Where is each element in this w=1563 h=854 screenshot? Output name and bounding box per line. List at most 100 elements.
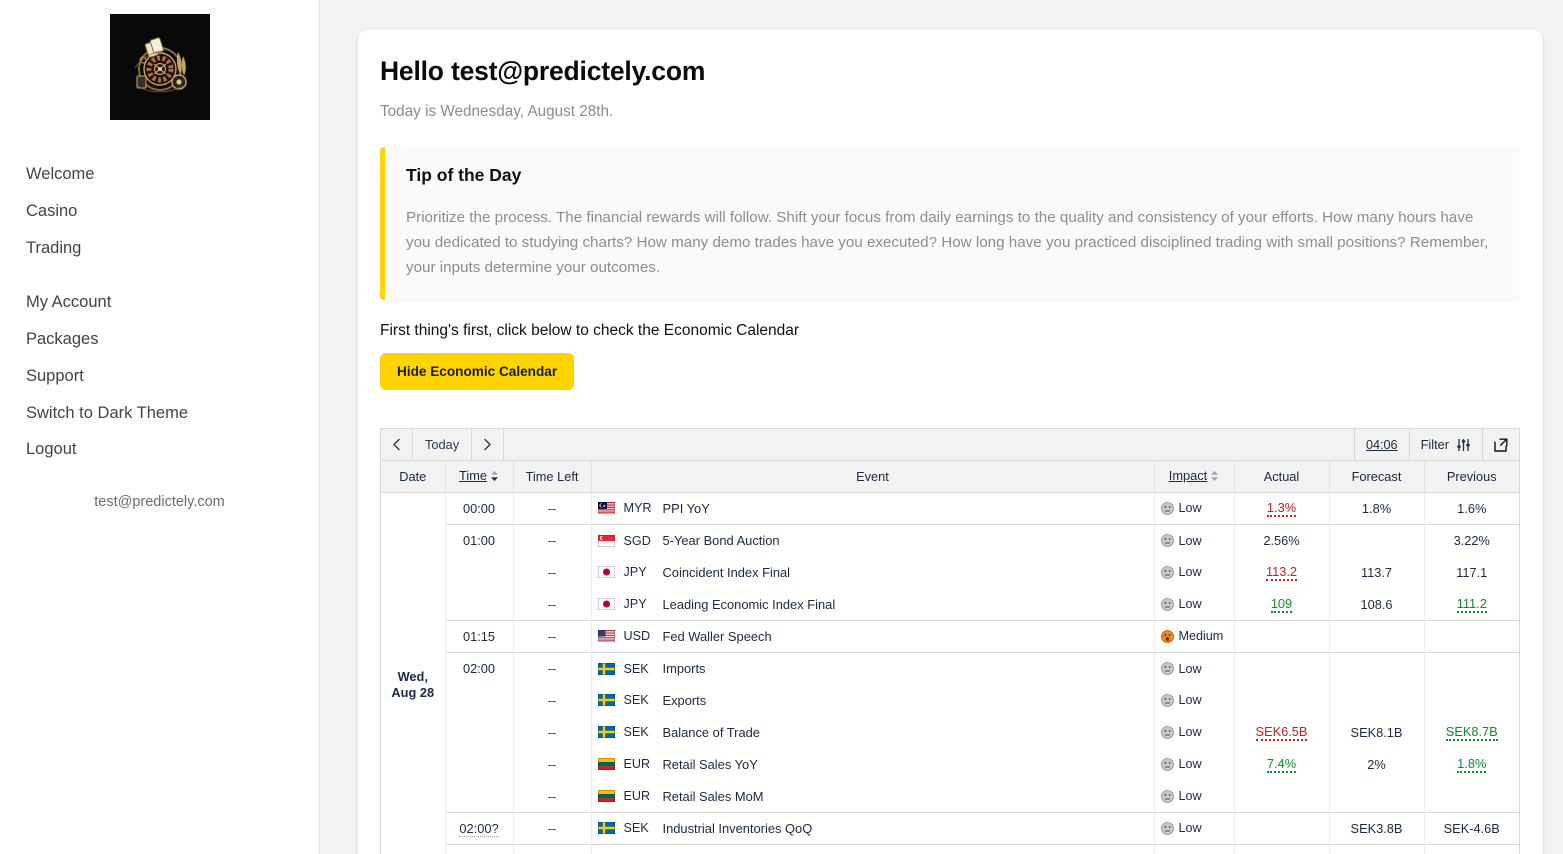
today-button[interactable]: Today [413,429,472,460]
table-row[interactable]: --EURRetail Sales MoM Low [381,780,1519,812]
cell-time-left: -- [513,556,591,588]
sidebar-item-my-account[interactable]: My Account [0,284,319,321]
impact-label: Low [1179,757,1202,771]
cell-time [445,716,513,748]
cell-actual: 92 [1234,844,1329,854]
flag-se-icon [598,694,615,706]
tip-body: Prioritize the process. The financial re… [406,206,1497,280]
cell-impact: Low [1154,812,1234,844]
cell-impact: Low [1154,492,1234,524]
sidebar-nav: Welcome Casino Trading My Account Packag… [0,156,319,468]
cell-impact: Medium [1154,844,1234,854]
cell-actual: 7.4% [1234,748,1329,780]
cell-actual: 2.56% [1234,524,1329,556]
sidebar-item-packages[interactable]: Packages [0,321,319,358]
table-row[interactable]: --SEKBalance of Trade LowSEK6.5BSEK8.1BS… [381,716,1519,748]
previous-value: 1.6% [1457,501,1486,516]
sidebar-item-label: Packages [26,330,98,348]
forecast-value: SEK3.8B [1351,821,1403,836]
cell-actual: 1.3% [1234,492,1329,524]
table-row[interactable]: 02:00--SEKImports Low [381,652,1519,684]
currency-code: SEK [624,725,654,739]
today-button-label: Today [425,437,459,452]
event-name: Balance of Trade [663,725,760,740]
cell-event: USDFed Waller Speech [591,620,1154,652]
cell-forecast [1329,620,1424,652]
sidebar-item-label: Switch to Dark Theme [26,404,188,422]
event-name: PPI YoY [663,501,710,516]
sidebar: Welcome Casino Trading My Account Packag… [0,0,320,854]
previous-value: 111.2 [1457,596,1487,613]
economic-calendar-widget: Today 04:06 Filter [380,428,1520,854]
impact-label: Low [1179,565,1202,579]
sidebar-item-casino[interactable]: Casino [0,193,319,230]
cell-time: 02:00 [445,652,513,684]
impact-low-icon [1161,566,1174,579]
chevron-right-icon [483,438,492,451]
cell-forecast [1329,524,1424,556]
cell-time: 01:15 [445,620,513,652]
event-name: Imports [663,661,706,676]
impact-label: Low [1179,725,1202,739]
cell-time: 02:00? [445,812,513,844]
cell-actual: 109 [1234,588,1329,620]
calendar-header-row: Date Time Time Left Event Impact Actual … [381,461,1519,492]
date-group-line1: Wed, [398,669,428,684]
event-name: Retail Sales YoY [663,757,758,772]
sidebar-divider [0,266,319,284]
event-name: Retail Sales MoM [663,789,764,804]
actual-value: 113.2 [1266,564,1297,581]
economic-calendar-table: Date Time Time Left Event Impact Actual … [381,461,1519,854]
sort-arrow-time-icon [490,470,499,485]
sidebar-item-support[interactable]: Support [0,358,319,395]
cell-previous: SEK8.7B [1424,716,1519,748]
cell-time: 00:00 [445,492,513,524]
cell-event: MYRPPI YoY [591,492,1154,524]
page-title: Hello test@predictely.com [380,56,1519,87]
actual-value: 109 [1271,596,1292,613]
cell-time: 01:00 [445,524,513,556]
cell-time-left: -- [513,620,591,652]
table-row[interactable]: 01:00--SGD5-Year Bond Auction Low2.56%3.… [381,524,1519,556]
event-name: Industrial Inventories QoQ [663,821,813,836]
col-header-time[interactable]: Time [445,461,513,492]
table-row[interactable]: --SEKExports Low [381,684,1519,716]
calendar-table-head: Date Time Time Left Event Impact Actual … [381,461,1519,492]
clock-display[interactable]: 04:06 [1355,429,1410,460]
table-row[interactable]: --JPYCoincident Index Final Low113.2113.… [381,556,1519,588]
table-row[interactable]: 01:15--USDFed Waller Speech Medium [381,620,1519,652]
table-row[interactable]: 02:45--EURConsumer Confidence Medium9292… [381,844,1519,854]
previous-value: SEK-4.6B [1444,821,1500,836]
cell-previous: 91 [1424,844,1519,854]
hide-economic-calendar-button[interactable]: Hide Economic Calendar [380,353,574,390]
col-header-time-left: Time Left [513,461,591,492]
col-header-impact[interactable]: Impact [1154,461,1234,492]
sidebar-item-label: My Account [26,293,111,311]
next-day-button[interactable] [472,429,504,460]
table-row[interactable]: Wed,Aug 2800:00--MYRPPI YoY Low1.3%1.8%1… [381,492,1519,524]
cell-actual [1234,812,1329,844]
actual-value: 7.4% [1267,756,1296,773]
calendar-toolbar: Today 04:06 Filter [381,429,1519,461]
table-row[interactable]: --JPYLeading Economic Index Final Low109… [381,588,1519,620]
filter-button[interactable]: Filter [1410,429,1483,460]
sidebar-item-switch-theme[interactable]: Switch to Dark Theme [0,395,319,432]
popout-button[interactable] [1483,429,1519,460]
cell-time [445,748,513,780]
cell-actual [1234,780,1329,812]
cell-event: EURRetail Sales YoY [591,748,1154,780]
col-header-actual: Actual [1234,461,1329,492]
impact-label: Low [1179,501,1202,515]
sliders-icon [1456,438,1471,452]
cell-forecast [1329,652,1424,684]
table-row[interactable]: 02:00?--SEKIndustrial Inventories QoQ Lo… [381,812,1519,844]
cell-time-left: -- [513,844,591,854]
table-row[interactable]: --EURRetail Sales YoY Low7.4%2%1.8% [381,748,1519,780]
sidebar-item-welcome[interactable]: Welcome [0,156,319,193]
previous-value: 1.8% [1457,756,1486,773]
sidebar-item-logout[interactable]: Logout [0,431,319,468]
prev-day-button[interactable] [381,429,413,460]
flag-se-icon [598,726,615,738]
sidebar-item-trading[interactable]: Trading [0,230,319,267]
cell-actual [1234,684,1329,716]
